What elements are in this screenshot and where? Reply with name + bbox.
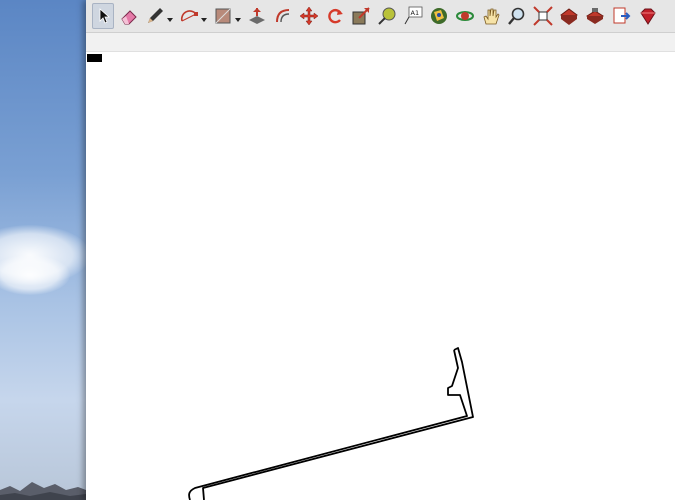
drawing-viewport[interactable] (86, 52, 675, 500)
arc-tool[interactable] (178, 3, 200, 29)
cursor-arrow-icon (96, 7, 110, 25)
arc-icon (179, 6, 199, 26)
magnifier-icon (507, 6, 527, 26)
line-tool-dropdown[interactable] (167, 3, 173, 29)
mountains (0, 482, 86, 500)
eraser-tool[interactable] (118, 3, 140, 29)
text-tool[interactable]: A1 (402, 3, 424, 29)
scale-icon (351, 6, 371, 26)
orbit-icon (455, 6, 475, 26)
model-scene (87, 54, 474, 500)
pan-tool[interactable] (480, 3, 502, 29)
zoom-extents-tool[interactable] (532, 3, 554, 29)
rotate-icon (325, 6, 345, 26)
push-pull-icon (247, 6, 267, 26)
chevron-down-icon (201, 7, 207, 26)
orbit-tool[interactable] (454, 3, 476, 29)
move-icon (299, 6, 319, 26)
sketchup-window: A1 (86, 0, 675, 500)
chevron-down-icon (235, 7, 241, 26)
warehouse-icon (559, 6, 579, 26)
extension-warehouse-tool[interactable] (584, 3, 606, 29)
offset-tool[interactable] (272, 3, 294, 29)
zoom-extents-icon (533, 6, 553, 26)
text-tool-label: A1 (411, 9, 420, 17)
secondary-toolbar (86, 33, 675, 52)
ruby-console-tool[interactable] (636, 3, 658, 29)
chevron-down-icon (167, 7, 173, 26)
rotate-tool[interactable] (324, 3, 346, 29)
desktop-wallpaper (0, 0, 86, 500)
offset-icon (273, 6, 293, 26)
send-to-layout-icon (611, 6, 631, 26)
select-tool[interactable] (92, 3, 114, 29)
rectangle-icon (213, 6, 233, 26)
model-outline (188, 347, 474, 500)
extension-warehouse-icon (585, 6, 605, 26)
zoom-tool[interactable] (506, 3, 528, 29)
scene-tab-marker (87, 54, 102, 62)
cloud (0, 255, 70, 295)
paint-bucket-icon (429, 6, 449, 26)
move-tool[interactable] (298, 3, 320, 29)
send-to-layout-tool[interactable] (610, 3, 632, 29)
large-toolset-toolbar: A1 (86, 0, 675, 33)
eraser-icon (119, 6, 139, 26)
text-icon: A1 (403, 6, 423, 26)
rectangle-tool[interactable] (212, 3, 234, 29)
rectangle-tool-dropdown[interactable] (235, 3, 241, 29)
push-pull-tool[interactable] (246, 3, 268, 29)
line-tool[interactable] (144, 3, 166, 29)
pencil-icon (145, 6, 165, 26)
tape-measure-icon (377, 6, 397, 26)
warehouse-tool[interactable] (558, 3, 580, 29)
paint-bucket-tool[interactable] (428, 3, 450, 29)
ruby-icon (637, 6, 657, 26)
arc-tool-dropdown[interactable] (201, 3, 207, 29)
scale-tool[interactable] (350, 3, 372, 29)
tape-measure-tool[interactable] (376, 3, 398, 29)
hand-icon (481, 6, 501, 26)
